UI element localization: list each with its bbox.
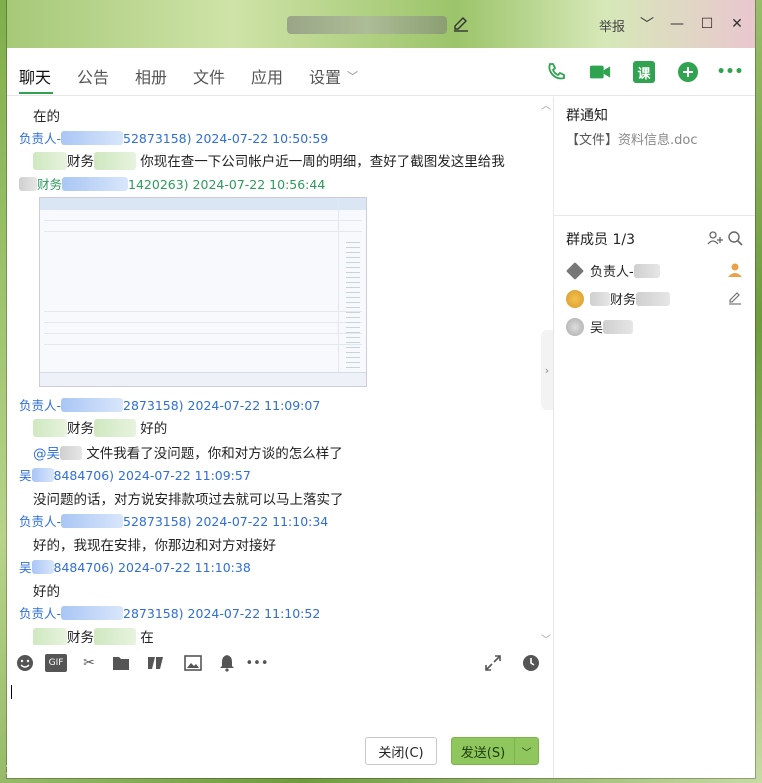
message-header: 吴 8484706) 2024-07-22 11:09:57 bbox=[19, 468, 251, 483]
tab-apps[interactable]: 应用 bbox=[251, 64, 283, 88]
edit-icon[interactable] bbox=[726, 289, 744, 307]
send-button[interactable]: 发送(S) ﹀ bbox=[451, 737, 539, 765]
message-header: 负责人- 52873158) 2024-07-22 10:50:59 bbox=[19, 131, 329, 146]
more-icon[interactable]: ••• bbox=[717, 61, 744, 83]
message-text: 财务 你现在查一下公司帐户近一周的明细，查好了截图发这里给我 bbox=[33, 150, 505, 170]
screenshot-image[interactable] bbox=[39, 197, 367, 387]
tab-chat[interactable]: 聊天 bbox=[19, 64, 51, 88]
quote-icon[interactable] bbox=[145, 654, 165, 672]
message-header: 吴 8484706) 2024-07-22 11:10:38 bbox=[19, 560, 251, 575]
edit-icon[interactable] bbox=[451, 14, 471, 34]
active-tab-indicator bbox=[19, 92, 53, 94]
video-icon[interactable] bbox=[589, 61, 611, 83]
tab-settings[interactable]: 设置 bbox=[309, 64, 341, 88]
title-bar: 举报 ﹀ — ☐ ✕ bbox=[7, 0, 755, 48]
message-text: 好的，我现在安排，你那边和对方对接好 bbox=[33, 538, 276, 554]
emoji-icon[interactable] bbox=[15, 654, 35, 672]
watermark: 六顺路模 bbox=[6, 762, 59, 777]
chevron-down-icon[interactable]: ﹀ bbox=[347, 68, 358, 84]
divider bbox=[554, 215, 755, 216]
chevron-down-icon[interactable]: ﹀ bbox=[514, 738, 538, 764]
message-text: 财务 在 bbox=[33, 626, 154, 645]
message-header: 负责人- 52873158) 2024-07-22 11:10:34 bbox=[19, 514, 329, 529]
member-item[interactable]: 吴 bbox=[566, 317, 634, 336]
dropdown-icon[interactable]: ﹀ bbox=[637, 14, 657, 34]
message-text: 好的 bbox=[33, 584, 60, 600]
folder-icon[interactable] bbox=[111, 654, 131, 672]
add-icon[interactable] bbox=[677, 61, 699, 83]
message-header: 财务 1420263) 2024-07-22 10:56:44 bbox=[19, 174, 325, 193]
more-tools-icon[interactable]: ••• bbox=[246, 654, 269, 672]
tab-announcement[interactable]: 公告 bbox=[77, 64, 109, 88]
message-text: 在的 bbox=[33, 109, 60, 125]
history-icon[interactable] bbox=[521, 654, 541, 672]
text-cursor bbox=[11, 685, 12, 699]
maximize-button[interactable]: ☐ bbox=[697, 14, 717, 34]
gif-icon[interactable]: GIF bbox=[45, 654, 67, 672]
group-name-redacted bbox=[287, 16, 447, 34]
composer-toolbar: GIF ✂ ••• bbox=[7, 645, 553, 681]
members-title: 群成员 1/3 bbox=[566, 232, 635, 248]
message-list[interactable]: ︿ 在的 负责人- 52873158) 2024-07-22 10:50:59 财… bbox=[7, 97, 553, 645]
tab-bar: 聊天 公告 相册 文件 应用 设置 ﹀ 课 ••• bbox=[7, 48, 755, 96]
close-button[interactable]: ✕ bbox=[727, 14, 747, 34]
course-icon[interactable]: 课 bbox=[633, 61, 655, 83]
search-icon[interactable] bbox=[726, 229, 744, 247]
minimize-button[interactable]: — bbox=[667, 14, 687, 34]
avatar bbox=[566, 290, 584, 308]
scroll-down-icon[interactable]: ﹀ bbox=[541, 631, 551, 645]
message-header: 负责人- 2873158) 2024-07-22 11:10:52 bbox=[19, 606, 321, 621]
close-chat-button[interactable]: 关闭(C) bbox=[365, 737, 437, 765]
tab-album[interactable]: 相册 bbox=[135, 64, 167, 88]
image-icon[interactable] bbox=[183, 654, 203, 672]
group-info-panel: 群通知 【文件】资料信息.doc 群成员 1/3 负责人- 财务 吴 bbox=[554, 97, 755, 778]
owner-badge-icon bbox=[726, 261, 744, 279]
scroll-up-icon[interactable]: ︿ bbox=[541, 97, 551, 112]
member-item[interactable]: 财务 bbox=[566, 289, 671, 308]
message-text: 没问题的话，对方说安排款项过去就可以马上落实了 bbox=[33, 492, 344, 508]
chat-window: 举报 ﹀ — ☐ ✕ 聊天 公告 相册 文件 应用 设置 ﹀ 课 ••• ︿ 在… bbox=[7, 0, 755, 778]
send-button-label[interactable]: 发送(S) bbox=[452, 742, 514, 761]
group-notice-file[interactable]: 【文件】资料信息.doc bbox=[566, 129, 698, 148]
message-text: 财务 好的 bbox=[33, 417, 167, 437]
bell-icon[interactable] bbox=[217, 654, 237, 672]
member-item[interactable]: 负责人- bbox=[566, 261, 660, 280]
expand-panel-handle[interactable]: › bbox=[541, 330, 553, 410]
tab-files[interactable]: 文件 bbox=[193, 64, 225, 88]
expand-icon[interactable] bbox=[483, 654, 503, 672]
report-link[interactable]: 举报 bbox=[599, 16, 625, 35]
phone-icon[interactable] bbox=[545, 61, 567, 83]
message-header: 负责人- 2873158) 2024-07-22 11:09:07 bbox=[19, 398, 321, 413]
group-notice-title: 群通知 bbox=[566, 108, 608, 124]
message-text: @吴 文件我看了没问题，你和对方谈的怎么样了 bbox=[33, 446, 343, 462]
avatar bbox=[566, 318, 584, 336]
avatar bbox=[566, 262, 584, 280]
scissors-icon[interactable]: ✂ bbox=[79, 654, 99, 672]
add-member-icon[interactable] bbox=[706, 229, 724, 247]
